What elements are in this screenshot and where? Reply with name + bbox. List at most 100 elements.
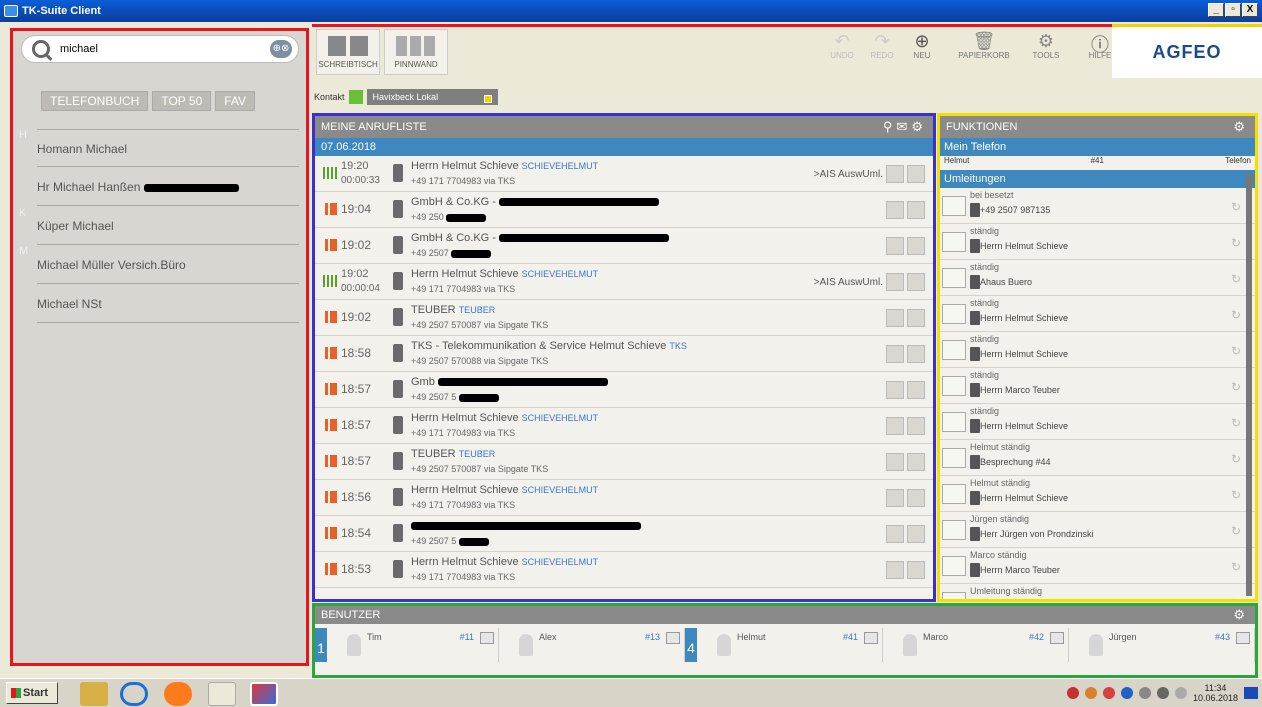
forward-icon[interactable]: ↻	[1231, 236, 1241, 250]
forward-icon[interactable]: ↻	[1231, 380, 1241, 394]
network-icon[interactable]	[1156, 687, 1169, 699]
contact-item[interactable]: Michael NSt	[37, 285, 299, 323]
clear-search-button[interactable]: ⊕⊗	[270, 40, 292, 58]
call-row[interactable]: 18:56 Herrn Helmut Schieve SCHIEVEHELMUT +…	[315, 480, 933, 516]
mail-icon[interactable]: ✉	[896, 119, 911, 134]
firefox-icon[interactable]	[164, 682, 192, 706]
user-card[interactable]: Marco #42	[883, 628, 1069, 662]
calendar-icon[interactable]	[886, 525, 904, 543]
forward-icon[interactable]: ↻	[1231, 416, 1241, 430]
forwarding-row[interactable]: Jürgen ständig Herr Jürgen von Prondzinsk…	[940, 512, 1255, 548]
forwarding-toggle[interactable]	[942, 340, 966, 360]
close-button[interactable]: X	[1242, 3, 1258, 17]
contact-item[interactable]: Hr Michael Hanßen	[37, 168, 299, 206]
gear-icon[interactable]: ⚙	[1233, 119, 1249, 135]
my-phone-row[interactable]: Helmut #41 Telefon	[940, 156, 1255, 170]
call-row[interactable]: 19:20 00:00:33 Herrn Helmut Schieve SCHIEV…	[315, 156, 933, 192]
tray-icon[interactable]	[1120, 687, 1133, 699]
call-row[interactable]: 19:04 GmbH & Co.KG - +49 250	[315, 192, 933, 228]
calendar-icon[interactable]	[886, 165, 904, 183]
restore-button[interactable]: ▫	[1225, 3, 1241, 17]
calendar-icon[interactable]	[886, 345, 904, 363]
forwarding-row[interactable]: Helmut ständig Besprechung #44 ↻	[940, 440, 1255, 476]
copy-icon[interactable]	[907, 525, 925, 543]
forwarding-toggle[interactable]	[942, 376, 966, 396]
calendar-icon[interactable]	[886, 417, 904, 435]
new-button[interactable]: ⊕ NEU	[900, 31, 944, 60]
trash-button[interactable]: 🗑 PAPIERKORB	[954, 31, 1014, 60]
undo-button[interactable]: ↶ UNDO	[820, 31, 864, 60]
call-row[interactable]: 18:58 TKS - Telekommunikation & Service H…	[315, 336, 933, 372]
forwarding-row[interactable]: ständig Herrn Helmut Schieve ↻	[940, 332, 1255, 368]
call-user-icon[interactable]	[864, 632, 878, 644]
pro-app-icon[interactable]	[208, 682, 236, 706]
call-user-icon[interactable]	[1050, 632, 1064, 644]
forwarding-row[interactable]: Marco ständig Herrn Marco Teuber ↻	[940, 548, 1255, 584]
call-row[interactable]: 18:54 +49 2507 5	[315, 516, 933, 552]
forward-icon[interactable]: ↻	[1231, 596, 1241, 599]
call-row[interactable]: 18:57 Gmb +49 2507 5	[315, 372, 933, 408]
call-row[interactable]: 18:57 Herrn Helmut Schieve SCHIEVEHELMUT +…	[315, 408, 933, 444]
forwarding-row[interactable]: ständig Herrn Marco Teuber ↻	[940, 368, 1255, 404]
forwarding-row[interactable]: Umleitung ständig ↻	[940, 584, 1255, 599]
clock[interactable]: 11:34 10.06.2018	[1193, 683, 1238, 703]
call-user-icon[interactable]	[666, 632, 680, 644]
scrollbar[interactable]	[1246, 174, 1252, 596]
view-pinnwand-button[interactable]: PINNWAND	[384, 29, 448, 75]
copy-icon[interactable]	[907, 561, 925, 579]
copy-icon[interactable]	[907, 273, 925, 291]
forwarding-toggle[interactable]	[942, 520, 966, 540]
calendar-icon[interactable]	[886, 453, 904, 471]
forward-icon[interactable]: ↻	[1231, 272, 1241, 286]
search-input[interactable]	[60, 43, 250, 55]
forwarding-toggle[interactable]	[942, 556, 966, 576]
tab-fav[interactable]: FAV	[215, 91, 256, 111]
contact-item[interactable]: Michael Müller Versich.Büro	[37, 246, 299, 284]
forwarding-toggle[interactable]	[942, 232, 966, 252]
phone-status-icon[interactable]	[348, 90, 363, 104]
copy-icon[interactable]	[907, 417, 925, 435]
forwarding-toggle[interactable]	[942, 268, 966, 288]
forwarding-row[interactable]: Helmut ständig Herrn Helmut Schieve ↻	[940, 476, 1255, 512]
calendar-icon[interactable]	[886, 309, 904, 327]
tray-icon[interactable]	[1084, 687, 1097, 699]
tab-telefonbuch[interactable]: TELEFONBUCH	[41, 91, 149, 111]
forwarding-toggle[interactable]	[942, 592, 966, 599]
user-card[interactable]: Jürgen #43	[1069, 628, 1255, 662]
forwarding-row[interactable]: ständig Ahaus Buero ↻	[940, 260, 1255, 296]
calendar-icon[interactable]	[886, 489, 904, 507]
user-card[interactable]: Tim #11	[327, 628, 499, 662]
calendar-icon[interactable]	[886, 273, 904, 291]
explorer-icon[interactable]	[80, 682, 108, 706]
tray-icon[interactable]	[1102, 687, 1115, 699]
calendar-icon[interactable]	[886, 237, 904, 255]
ie-icon[interactable]	[120, 682, 148, 706]
forwarding-toggle[interactable]	[942, 448, 966, 468]
user-card[interactable]: Alex #13	[499, 628, 685, 662]
call-row[interactable]: 18:53 Herrn Helmut Schieve SCHIEVEHELMUT +…	[315, 552, 933, 588]
show-desktop-icon[interactable]	[1244, 687, 1258, 699]
forward-icon[interactable]: ↻	[1231, 344, 1241, 358]
forward-icon[interactable]: ↻	[1231, 452, 1241, 466]
view-schreibtisch-button[interactable]: SCHREIBTISCH	[316, 29, 380, 75]
start-button[interactable]: Start	[6, 682, 58, 704]
call-row[interactable]: 19:02 TEUBER TEUBER +49 2507 570087 via Si…	[315, 300, 933, 336]
contact-item[interactable]: Homann Michael	[37, 129, 299, 167]
redo-button[interactable]: ↷ REDO	[860, 31, 904, 60]
copy-icon[interactable]	[907, 453, 925, 471]
forward-icon[interactable]: ↻	[1231, 560, 1241, 574]
flag-icon[interactable]	[1174, 687, 1187, 699]
call-row[interactable]: 19:02 00:00:04 Herrn Helmut Schieve SCHIEV…	[315, 264, 933, 300]
forwarding-row[interactable]: ständig Herrn Helmut Schieve ↻	[940, 224, 1255, 260]
copy-icon[interactable]	[907, 345, 925, 363]
tk-suite-taskbar-icon[interactable]	[250, 682, 278, 706]
copy-icon[interactable]	[907, 165, 925, 183]
call-row[interactable]: 18:57 TEUBER TEUBER +49 2507 570087 via Si…	[315, 444, 933, 480]
call-user-icon[interactable]	[480, 632, 494, 644]
forwarding-toggle[interactable]	[942, 196, 966, 216]
user-card[interactable]: Helmut #41	[697, 628, 883, 662]
forwarding-row[interactable]: ständig Herrn Helmut Schieve ↻	[940, 404, 1255, 440]
copy-icon[interactable]	[907, 381, 925, 399]
forward-icon[interactable]: ↻	[1231, 200, 1241, 214]
tab-top50[interactable]: TOP 50	[152, 91, 212, 111]
